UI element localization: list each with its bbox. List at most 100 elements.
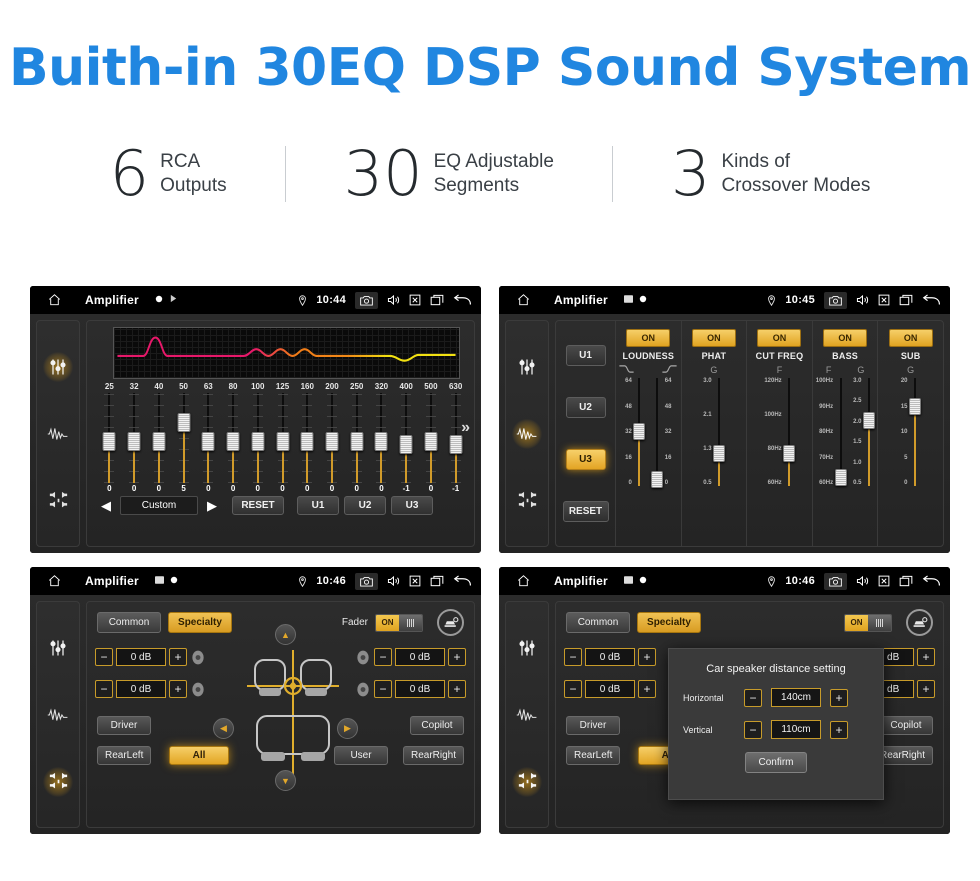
minus-button[interactable]: − (564, 648, 582, 666)
camera-icon[interactable] (824, 572, 847, 590)
sidebar-item-waveform[interactable] (512, 418, 542, 449)
plus-button[interactable]: + (169, 648, 187, 666)
volume-icon[interactable] (856, 294, 869, 306)
section-on-toggle[interactable]: ON (691, 329, 736, 347)
plus-button[interactable]: + (830, 688, 848, 707)
plus-button[interactable]: + (448, 648, 466, 666)
eq-slider[interactable]: 0 (122, 393, 147, 493)
tab-common[interactable]: Common (97, 612, 161, 633)
eq-slider[interactable]: -1 (394, 393, 419, 493)
car-settings-icon[interactable] (437, 609, 464, 636)
minus-button[interactable]: − (564, 680, 582, 698)
recent-apps-icon[interactable] (430, 575, 444, 587)
confirm-button[interactable]: Confirm (745, 752, 807, 773)
eq-slider-knob[interactable] (226, 431, 240, 451)
eq-slider-track[interactable] (201, 393, 215, 483)
arrow-down-icon[interactable]: ▼ (275, 770, 296, 791)
plus-button[interactable]: + (830, 720, 848, 739)
eq-slider-track[interactable] (449, 393, 463, 483)
seat-button-rearright[interactable]: RearRight (402, 746, 464, 765)
amp-slider-knob[interactable] (713, 444, 726, 462)
amp-slider-track[interactable] (783, 378, 796, 486)
amp-slider-track[interactable] (834, 378, 847, 487)
preset-u1-button[interactable]: U1 (297, 496, 339, 515)
volume-icon[interactable] (856, 575, 869, 587)
eq-slider-track[interactable] (424, 393, 438, 483)
amp-slider-knob[interactable] (783, 444, 796, 462)
preset-u2-button[interactable]: U2 (565, 396, 606, 418)
eq-slider[interactable]: 0 (344, 393, 369, 493)
amp-slider-track[interactable] (862, 378, 875, 486)
eq-slider-track[interactable] (325, 393, 339, 483)
seat-button-copilot[interactable]: Copilot (410, 716, 464, 735)
minus-button[interactable]: − (374, 648, 392, 666)
plus-button[interactable]: + (917, 648, 935, 666)
eq-slider[interactable]: 0 (295, 393, 320, 493)
minus-button[interactable]: − (95, 680, 113, 698)
amp-slider[interactable]: 64 48 32 16 0 (651, 378, 671, 488)
eq-slider-knob[interactable] (102, 431, 116, 451)
section-on-toggle[interactable]: ON (757, 329, 802, 347)
amp-slider-knob[interactable] (862, 412, 875, 430)
fader-toggle[interactable]: ON (375, 613, 423, 632)
close-box-icon[interactable] (878, 294, 890, 306)
reset-button[interactable]: RESET (562, 501, 609, 523)
plus-button[interactable]: + (638, 680, 656, 698)
amp-slider-track[interactable] (909, 378, 922, 486)
seat-button-driver[interactable]: Driver (566, 716, 620, 735)
eq-slider-track[interactable] (251, 393, 265, 483)
seat-button-copilot[interactable]: Copilot (879, 716, 933, 735)
tab-common[interactable]: Common (566, 612, 630, 633)
amp-slider-knob[interactable] (834, 469, 847, 487)
eq-slider-track[interactable] (350, 393, 364, 483)
sidebar-item-equalizer[interactable] (43, 351, 73, 382)
eq-slider-knob[interactable] (251, 431, 265, 451)
eq-slider-knob[interactable] (177, 412, 191, 432)
plus-button[interactable]: + (917, 680, 935, 698)
recent-apps-icon[interactable] (899, 294, 913, 306)
eq-slider[interactable]: 0 (320, 393, 345, 493)
eq-slider[interactable]: 0 (270, 393, 295, 493)
camera-icon[interactable] (824, 291, 847, 309)
camera-icon[interactable] (355, 572, 378, 590)
eq-slider[interactable]: 0 (196, 393, 221, 493)
seat-button-rearleft[interactable]: RearLeft (97, 746, 152, 765)
eq-slider-track[interactable] (102, 393, 116, 483)
volume-icon[interactable] (387, 575, 400, 587)
tab-specialty[interactable]: Specialty (168, 612, 232, 633)
amp-slider-knob[interactable] (633, 423, 646, 440)
preset-u1-button[interactable]: U1 (565, 344, 606, 366)
recent-apps-icon[interactable] (430, 294, 444, 306)
sidebar-item-waveform[interactable] (43, 419, 73, 449)
plus-button[interactable]: + (169, 680, 187, 698)
back-arrow-icon[interactable] (453, 574, 472, 588)
eq-slider-knob[interactable] (399, 435, 413, 455)
close-box-icon[interactable] (409, 575, 421, 587)
arrow-right-icon[interactable]: ▶ (337, 718, 358, 739)
eq-slider-track[interactable] (374, 393, 388, 483)
preset-u3-button[interactable]: U3 (391, 496, 433, 515)
seat-button-user[interactable]: User (334, 746, 388, 765)
amp-slider-track[interactable] (713, 378, 726, 486)
eq-slider-knob[interactable] (127, 431, 141, 451)
amp-slider-track[interactable] (651, 378, 664, 488)
seat-button-all[interactable]: All (169, 746, 229, 765)
eq-slider-knob[interactable] (276, 431, 289, 451)
eq-slider-knob[interactable] (350, 431, 364, 451)
minus-button[interactable]: − (95, 648, 113, 666)
plus-button[interactable]: + (638, 648, 656, 666)
eq-slider-knob[interactable] (424, 431, 438, 451)
home-icon[interactable] (39, 293, 69, 307)
fader-toggle[interactable]: ON (844, 613, 892, 632)
reset-button[interactable]: RESET (232, 496, 284, 515)
home-icon[interactable] (39, 574, 69, 588)
amp-slider[interactable]: 20 15 10 5 0 (901, 378, 922, 486)
section-on-toggle[interactable]: ON (888, 329, 933, 347)
eq-slider[interactable]: 0 (146, 393, 171, 493)
amp-slider[interactable]: 3.0 2.5 2.0 1.5 1.0 0.5 (853, 378, 875, 486)
sidebar-item-balance[interactable] (512, 766, 542, 797)
sidebar-item-equalizer[interactable] (43, 633, 73, 663)
sidebar-item-waveform[interactable] (512, 700, 542, 730)
home-icon[interactable] (508, 293, 538, 307)
preset-u3-button[interactable]: U3 (565, 449, 606, 471)
